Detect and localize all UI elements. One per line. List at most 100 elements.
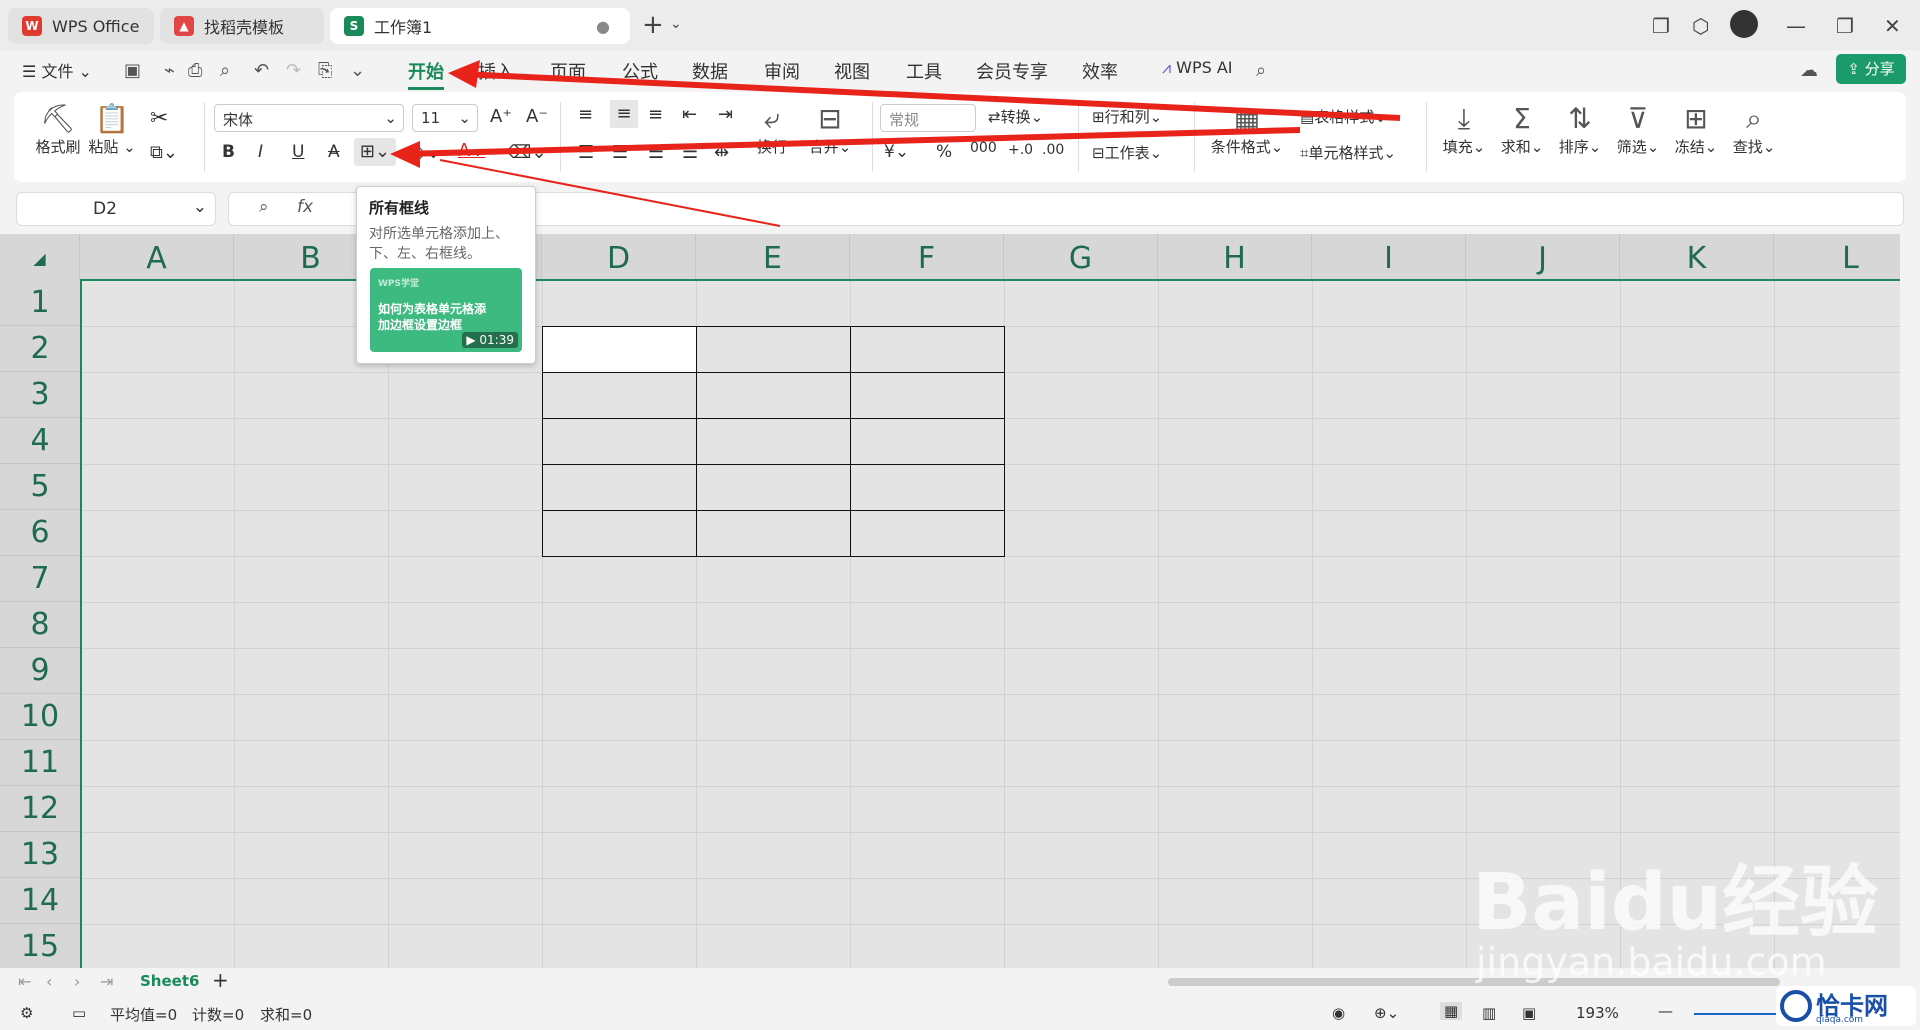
- tab-page[interactable]: 页面: [550, 58, 586, 84]
- cell-f3[interactable]: [850, 372, 1005, 419]
- tab-wps-office[interactable]: W WPS Office: [8, 8, 154, 44]
- increase-font-icon[interactable]: A⁺: [490, 106, 512, 127]
- cell-e5[interactable]: [696, 464, 851, 511]
- row-header-15[interactable]: 15: [0, 924, 80, 968]
- zoom-out-icon[interactable]: —: [1658, 1002, 1673, 1020]
- find-button[interactable]: ⌕ 查找⌄: [1724, 102, 1784, 157]
- save-icon[interactable]: ▣: [124, 60, 141, 81]
- cell-f5[interactable]: [850, 464, 1005, 511]
- table-style-button[interactable]: ▤表格样式⌄: [1300, 106, 1387, 127]
- align-right-icon[interactable]: ☰: [648, 142, 664, 163]
- menu-file[interactable]: ☰ 文件 ⌄: [22, 58, 92, 82]
- percent-icon[interactable]: %: [936, 142, 952, 162]
- format-icon[interactable]: ⌁: [164, 60, 175, 81]
- tab-view[interactable]: 视图: [834, 58, 870, 84]
- cell-d6[interactable]: [542, 510, 697, 557]
- tutorial-video-thumbnail[interactable]: WPS学堂 如何为表格单元格添加边框设置边框 ▶ 01:39: [370, 268, 522, 352]
- zoom-slider[interactable]: [1694, 1013, 1784, 1015]
- cell-f4[interactable]: [850, 418, 1005, 465]
- zoom-formula-icon[interactable]: ⌕: [259, 197, 269, 217]
- next-sheet-icon[interactable]: ›: [74, 972, 80, 991]
- row-header-13[interactable]: 13: [0, 832, 80, 878]
- fill-button[interactable]: ⤓ 填充⌄: [1434, 102, 1494, 157]
- bold-icon[interactable]: B: [222, 142, 235, 162]
- tab-formula[interactable]: 公式: [622, 58, 658, 84]
- tab-workbook[interactable]: S 工作簿1 ●: [330, 8, 630, 44]
- column-header-e[interactable]: E: [696, 234, 850, 280]
- sheet-mode-icon[interactable]: ▭: [72, 1004, 86, 1022]
- row-header-7[interactable]: 7: [0, 556, 80, 602]
- clear-format-icon[interactable]: ⌫⌄: [506, 142, 547, 163]
- export-icon[interactable]: ⎘: [318, 60, 332, 81]
- cell-d4[interactable]: [542, 418, 697, 465]
- unsaved-dot-icon[interactable]: ●: [596, 17, 610, 36]
- align-left-icon[interactable]: ☰: [578, 142, 594, 163]
- select-all-corner[interactable]: ◢: [0, 234, 80, 280]
- row-header-11[interactable]: 11: [0, 740, 80, 786]
- format-painter-button[interactable]: ⛏ 格式刷: [28, 102, 88, 157]
- cell-f2[interactable]: [850, 326, 1005, 373]
- more-chevron-icon[interactable]: ⌄: [350, 60, 365, 81]
- all-borders-button[interactable]: ⊞⌄: [354, 138, 396, 166]
- decrease-indent-icon[interactable]: ⇤: [682, 104, 697, 125]
- cell-style-button[interactable]: ⌗单元格样式⌄: [1300, 142, 1396, 163]
- font-name-select[interactable]: 宋体 ⌄: [214, 104, 404, 132]
- align-bottom-icon[interactable]: ≡: [648, 104, 663, 125]
- macro-icon[interactable]: ⚙: [20, 1004, 33, 1022]
- convert-button[interactable]: ⇄转换⌄: [988, 106, 1043, 127]
- print-icon[interactable]: ⎙: [188, 60, 202, 81]
- add-sheet-icon[interactable]: +: [212, 968, 229, 992]
- worksheet-button[interactable]: ⊟工作表⌄: [1092, 142, 1162, 163]
- minimize-icon[interactable]: —: [1786, 14, 1806, 38]
- decrease-decimal-icon[interactable]: .00: [1042, 142, 1064, 158]
- italic-icon[interactable]: I: [258, 142, 263, 162]
- increase-decimal-icon[interactable]: +.0: [1008, 142, 1033, 158]
- paste-button[interactable]: 📋 粘贴 ⌄: [82, 102, 142, 157]
- align-center-icon[interactable]: ☰: [612, 142, 628, 163]
- fx-icon[interactable]: fx: [297, 197, 313, 217]
- wrap-text-button[interactable]: ⤶ 换行: [742, 102, 802, 157]
- page-layout-view-icon[interactable]: ▣: [1522, 1004, 1536, 1022]
- tab-home[interactable]: 开始: [408, 58, 444, 90]
- justify-icon[interactable]: ☰: [682, 142, 698, 163]
- row-header-8[interactable]: 8: [0, 602, 80, 648]
- tab-wps-ai[interactable]: ⩘ WPS AI: [1162, 58, 1233, 78]
- row-header-12[interactable]: 12: [0, 786, 80, 832]
- row-header-4[interactable]: 4: [0, 418, 80, 464]
- tab-data[interactable]: 数据: [692, 58, 728, 84]
- conditional-format-button[interactable]: ▦ 条件格式⌄: [1204, 102, 1290, 157]
- column-header-h[interactable]: H: [1158, 234, 1312, 280]
- fill-color-icon[interactable]: ◈⌄: [412, 142, 441, 163]
- name-box[interactable]: D2 ⌄: [16, 192, 216, 226]
- row-header-3[interactable]: 3: [0, 372, 80, 418]
- tab-review[interactable]: 审阅: [764, 58, 800, 84]
- bordered-table[interactable]: [542, 326, 1005, 557]
- cube-icon[interactable]: ⬡: [1692, 14, 1709, 38]
- zoom-level[interactable]: 193%: [1576, 1004, 1619, 1022]
- cell-e4[interactable]: [696, 418, 851, 465]
- close-icon[interactable]: ✕: [1884, 14, 1901, 38]
- cell-f6[interactable]: [850, 510, 1005, 557]
- first-sheet-icon[interactable]: ⇤: [18, 972, 31, 991]
- view-cross-icon[interactable]: ⊕⌄: [1374, 1004, 1399, 1022]
- column-header-g[interactable]: G: [1004, 234, 1158, 280]
- distribute-icon[interactable]: ⇹: [714, 142, 729, 163]
- column-header-f[interactable]: F: [850, 234, 1004, 280]
- row-header-10[interactable]: 10: [0, 694, 80, 740]
- currency-icon[interactable]: ¥⌄: [884, 142, 909, 162]
- sheet-tab-active[interactable]: Sheet6: [140, 972, 199, 990]
- tab-insert[interactable]: 插入: [478, 58, 514, 84]
- column-header-i[interactable]: I: [1312, 234, 1466, 280]
- number-format-select[interactable]: 常规: [880, 104, 976, 132]
- window-mode-icon[interactable]: ❐: [1652, 14, 1670, 38]
- restore-icon[interactable]: ❐: [1836, 14, 1854, 38]
- print-preview-icon[interactable]: ⌕: [220, 60, 230, 81]
- tab-docer-templates[interactable]: ▲ 找稻壳模板: [160, 8, 324, 44]
- thousands-icon[interactable]: 000: [970, 140, 997, 156]
- column-header-d[interactable]: D: [542, 234, 696, 280]
- column-header-l[interactable]: L: [1774, 234, 1900, 280]
- column-header-k[interactable]: K: [1620, 234, 1774, 280]
- underline-icon[interactable]: U: [292, 142, 304, 162]
- font-color-icon[interactable]: A⌄: [458, 140, 485, 161]
- cell-d5[interactable]: [542, 464, 697, 511]
